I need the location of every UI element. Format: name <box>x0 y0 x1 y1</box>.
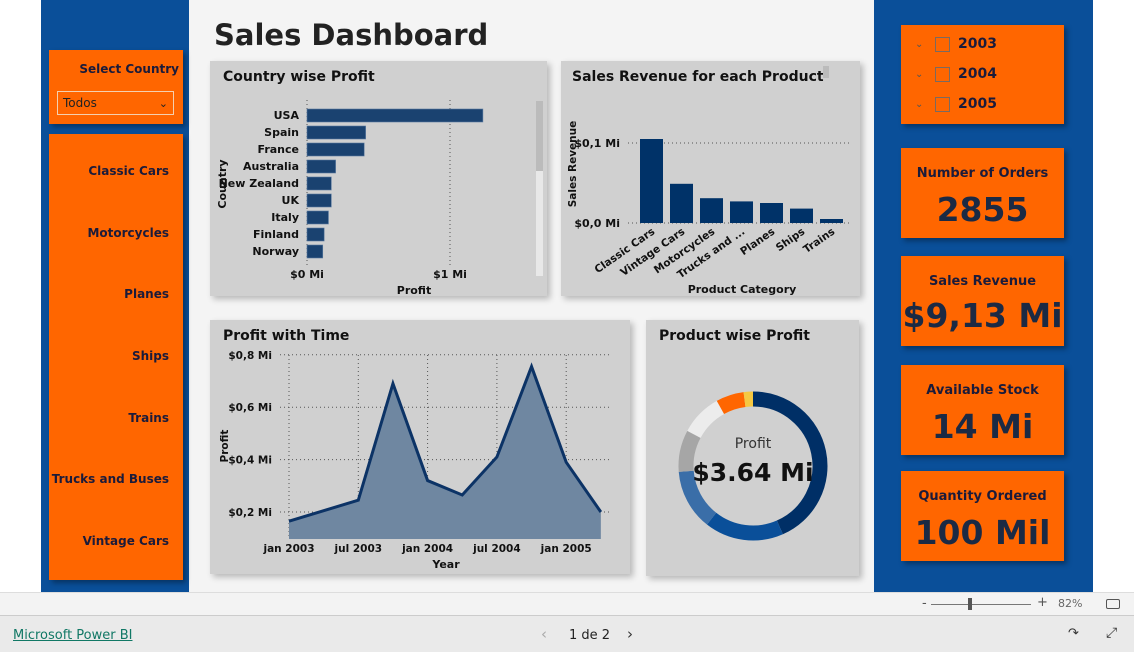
zoom-bar: - + 82% <box>0 592 1134 615</box>
category-label: Spain <box>264 126 299 139</box>
fit-page-icon[interactable] <box>1106 599 1120 609</box>
bar <box>306 176 332 191</box>
y-axis-label: Country <box>216 159 229 208</box>
donut-center-label: Profit <box>735 436 772 452</box>
power-bi-link[interactable]: Microsoft Power BI <box>13 628 132 643</box>
share-icon[interactable]: ↷ <box>1068 626 1079 641</box>
category-label: Trains <box>801 226 837 256</box>
tick-label: $0,6 Mi <box>228 402 272 414</box>
kpi-label: Number of Orders <box>916 166 1049 181</box>
bar <box>306 193 332 208</box>
year-item[interactable]: ⌄ 2004 <box>915 64 997 84</box>
category-label: Ships <box>774 226 807 254</box>
year-label: 2003 <box>958 36 997 52</box>
bar <box>640 139 663 223</box>
tick-label: jul 2003 <box>334 543 383 555</box>
tick-label: $0,8 Mi <box>228 350 272 362</box>
x-axis-label: Year <box>431 558 460 571</box>
checkbox[interactable] <box>935 66 950 82</box>
kpi-card-stock: Available Stock 14 Mi <box>901 365 1064 455</box>
more-options-icon <box>823 66 829 78</box>
donut-slice <box>716 392 746 415</box>
tick-label: jan 2005 <box>540 543 592 555</box>
bar <box>306 244 324 259</box>
kpi-label: Available Stock <box>926 383 1039 398</box>
bar <box>306 108 484 123</box>
chevron-down-icon: ⌄ <box>915 68 924 80</box>
y-axis-label: Sales Revenue <box>567 121 579 208</box>
donut-center-value: $3.64 Mi <box>692 458 813 487</box>
category-label: France <box>258 143 299 156</box>
year-label: 2005 <box>958 96 997 112</box>
previous-page-icon[interactable]: ‹ <box>541 625 547 643</box>
tick-label: jan 2003 <box>262 543 314 555</box>
category-label: Planes <box>738 226 777 258</box>
bar <box>306 142 365 157</box>
tick-label: jul 2004 <box>472 543 521 555</box>
kpi-value: 2855 <box>936 190 1029 229</box>
next-page-icon[interactable]: › <box>627 625 633 643</box>
category-label: Finland <box>253 228 299 241</box>
bar <box>700 198 723 223</box>
page-indicator: 1 de 2 <box>569 628 611 643</box>
zoom-level: 82% <box>1058 597 1083 610</box>
tick-label: $0,4 Mi <box>228 455 272 467</box>
bar <box>820 219 843 223</box>
zoom-out-button[interactable]: - <box>922 596 927 611</box>
checkbox[interactable] <box>935 36 950 52</box>
tick-label: $0,1 Mi <box>574 137 620 150</box>
bar <box>306 159 336 174</box>
kpi-label: Quantity Ordered <box>918 489 1047 504</box>
bar <box>306 227 325 242</box>
kpi-card-quantity: Quantity Ordered 100 Mil <box>901 471 1064 561</box>
tick-label: $0,2 Mi <box>228 507 272 519</box>
year-item[interactable]: ⌄ 2005 <box>915 94 997 114</box>
bar <box>730 201 753 223</box>
kpi-label: Sales Revenue <box>928 274 1037 289</box>
area-fill <box>289 366 601 539</box>
kpi-value: 100 Mil <box>914 513 1051 552</box>
y-axis-label: Profit <box>219 430 231 463</box>
chevron-down-icon: ⌄ <box>915 98 924 110</box>
bar <box>306 210 329 225</box>
x-axis-label: Product Category <box>688 283 797 296</box>
tick-label: $1 Mi <box>433 268 467 281</box>
bar <box>670 183 693 223</box>
category-label: Australia <box>243 160 299 173</box>
bar <box>790 208 813 223</box>
kpi-card-orders: Number of Orders 2855 <box>901 148 1064 238</box>
category-label: UK <box>282 194 300 207</box>
bar <box>306 125 366 140</box>
zoom-slider-thumb[interactable] <box>968 598 972 610</box>
tick-label: $0,0 Mi <box>574 217 620 230</box>
category-label: USA <box>274 109 300 122</box>
footer: Microsoft Power BI ‹ 1 de 2 › ↷ ⤢ <box>0 615 1134 652</box>
donut-slice <box>743 391 754 407</box>
chevron-down-icon: ⌄ <box>915 38 924 50</box>
year-slicer: ⌄ 2003 ⌄ 2004 ⌄ 2005 <box>901 25 1064 124</box>
year-item[interactable]: ⌄ 2003 <box>915 34 997 54</box>
zoom-in-button[interactable]: + <box>1037 595 1048 610</box>
category-label: Norway <box>252 245 299 258</box>
tick-label: jan 2004 <box>401 543 453 555</box>
year-label: 2004 <box>958 66 997 82</box>
x-axis-label: Profit <box>397 284 431 297</box>
zoom-slider[interactable] <box>931 604 1031 605</box>
bar <box>760 203 783 223</box>
donut-slice <box>687 400 725 439</box>
fullscreen-icon[interactable]: ⤢ <box>1106 625 1117 641</box>
kpi-value: 14 Mi <box>931 407 1034 446</box>
checkbox[interactable] <box>935 96 950 112</box>
kpi-card-revenue: Sales Revenue $9,13 Mi <box>901 256 1064 346</box>
category-label: Italy <box>271 211 299 224</box>
donut-slice <box>706 512 783 541</box>
tick-label: $0 Mi <box>290 268 324 281</box>
kpi-value: $9,13 Mi <box>902 296 1063 335</box>
category-label: New Zealand <box>219 177 299 190</box>
